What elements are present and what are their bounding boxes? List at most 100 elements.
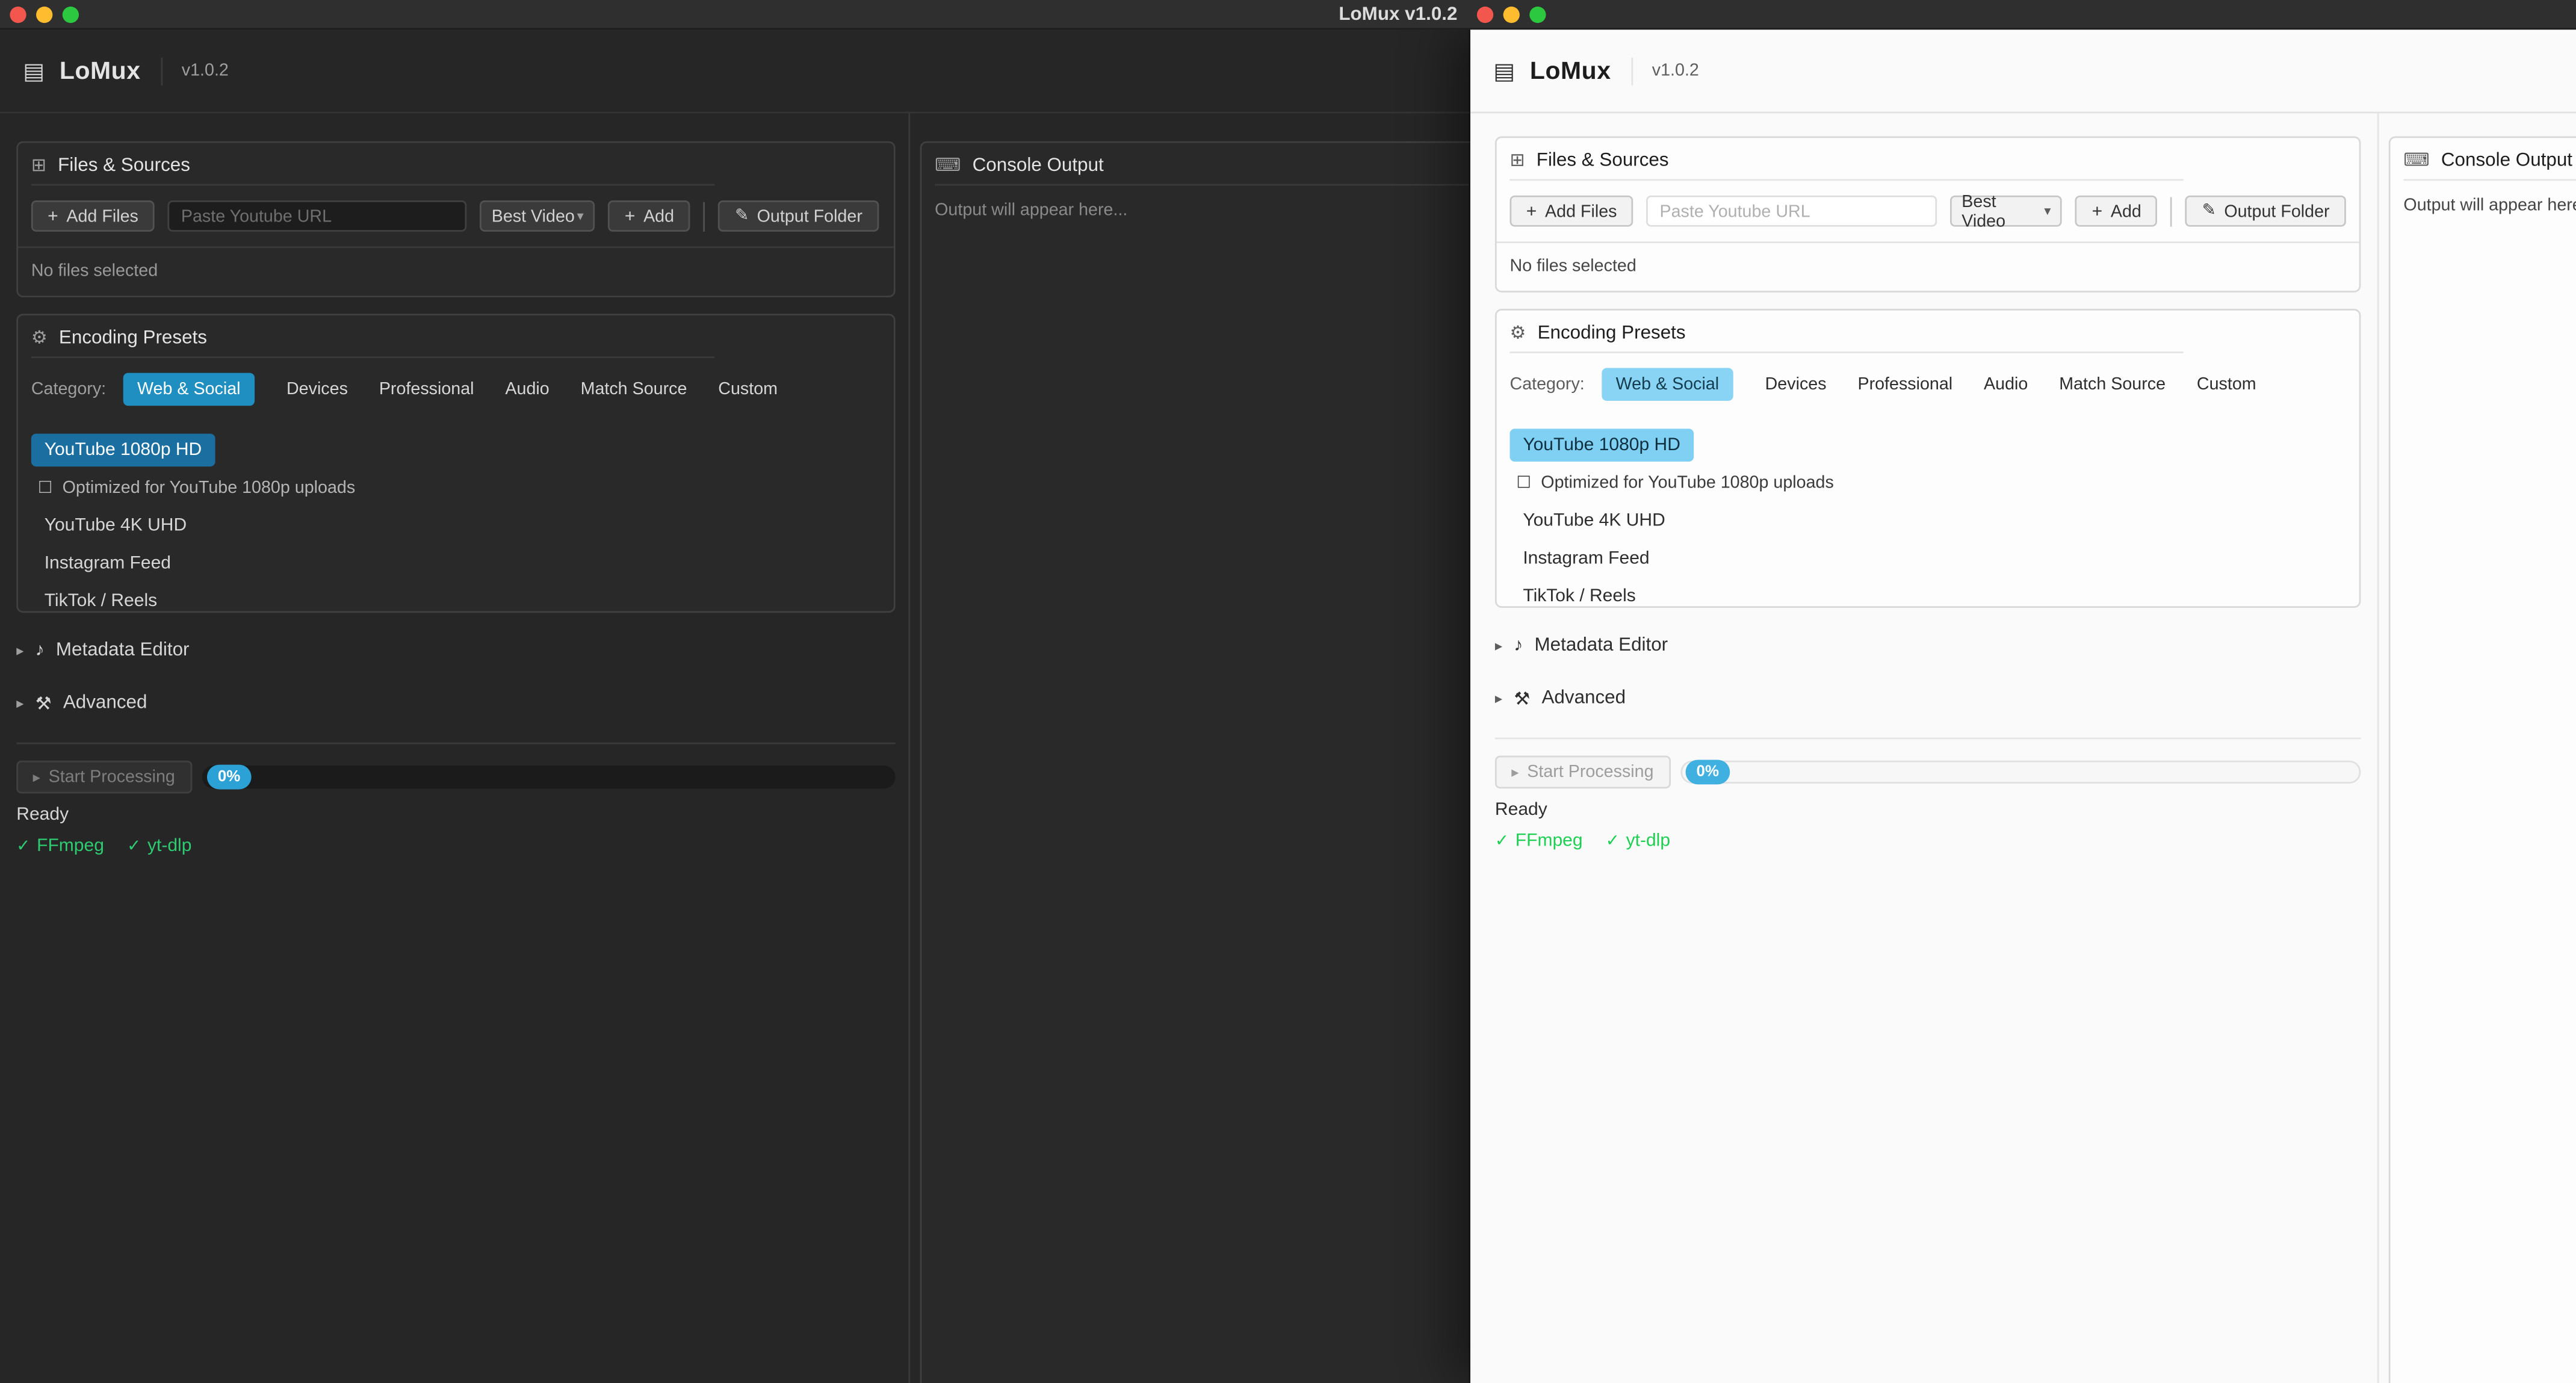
plus-icon: + xyxy=(48,206,58,226)
dependency-checks: ✓FFmpeg ✓yt-dlp xyxy=(16,836,895,856)
advanced-toggle[interactable]: ▸ ⚒ Advanced xyxy=(16,688,895,718)
metadata-editor-toggle[interactable]: ▸ ♪ Metadata Editor xyxy=(1495,631,2361,660)
presets-panel-header: ⚙ Encoding Presets xyxy=(18,315,894,356)
category-tab-web-social[interactable]: Web & Social xyxy=(122,373,255,406)
category-tab-audio[interactable]: Audio xyxy=(505,373,549,406)
start-processing-button[interactable]: ▸Start Processing xyxy=(1495,756,1670,789)
metadata-editor-label: Metadata Editor xyxy=(56,641,190,661)
ffmpeg-check: ✓FFmpeg xyxy=(1495,831,1583,851)
category-tab-devices[interactable]: Devices xyxy=(286,373,348,406)
controls-separator xyxy=(2171,196,2173,226)
close-button[interactable] xyxy=(10,7,26,23)
category-tab-devices[interactable]: Devices xyxy=(1765,368,1827,401)
processing-row: ▸Start Processing 0% xyxy=(16,761,895,794)
maximize-button[interactable] xyxy=(63,7,79,23)
category-tab-custom[interactable]: Custom xyxy=(2197,368,2256,401)
console-icon: ⌨ xyxy=(935,155,961,176)
chevron-down-icon: ▾ xyxy=(2044,203,2051,218)
minimize-button[interactable] xyxy=(36,7,52,23)
app-version: v1.0.2 xyxy=(1652,61,1699,81)
advanced-toggle[interactable]: ▸ ⚒ Advanced xyxy=(1495,684,2361,713)
preset-item[interactable]: TikTok / Reels xyxy=(45,592,881,611)
advanced-label: Advanced xyxy=(1541,688,1626,708)
processing-rule xyxy=(16,743,895,744)
pencil-icon: ✎ xyxy=(2202,202,2216,220)
add-files-button[interactable]: +Add Files xyxy=(31,200,155,232)
preset-item[interactable]: YouTube 4K UHD xyxy=(45,516,881,536)
start-processing-button[interactable]: ▸Start Processing xyxy=(16,761,191,794)
checkbox-icon[interactable]: ☐ xyxy=(1516,474,1531,492)
close-button[interactable] xyxy=(1477,7,1493,23)
preset-item[interactable]: TikTok / Reels xyxy=(1523,586,2346,606)
processing-rule xyxy=(1495,738,2361,740)
youtube-url-input[interactable] xyxy=(168,200,467,232)
play-icon: ▸ xyxy=(33,768,40,786)
ffmpeg-check: ✓FFmpeg xyxy=(16,836,104,856)
category-tab-match-source[interactable]: Match Source xyxy=(581,373,687,406)
preset-description: ☐Optimized for YouTube 1080p uploads xyxy=(38,478,881,498)
gear-icon: ⚙ xyxy=(31,327,48,348)
titlebar: LoMux v1.0.2 xyxy=(0,0,2576,29)
files-icon: ⊞ xyxy=(31,155,46,176)
progress-bar: 0% xyxy=(1680,761,2361,784)
panel-divider xyxy=(908,113,910,1383)
app-logo-icon: ▤ xyxy=(23,57,45,84)
presets-panel-title: Encoding Presets xyxy=(59,328,207,348)
console-panel-header: ⌨ Console Output xyxy=(2391,138,2576,179)
metadata-editor-toggle[interactable]: ▸ ♪ Metadata Editor xyxy=(16,636,895,665)
wrench-icon: ⚒ xyxy=(36,693,52,714)
check-icon: ✓ xyxy=(1495,832,1509,850)
status-text: Ready xyxy=(16,805,895,825)
progress-percentage: 0% xyxy=(1685,760,1730,784)
files-icon: ⊞ xyxy=(1510,149,1525,170)
files-sources-panel: ⊞ Files & Sources +Add Files Best Video▾… xyxy=(1495,137,2361,292)
category-row: Category: Web & Social Devices Professio… xyxy=(1497,353,2359,401)
category-tab-web-social[interactable]: Web & Social xyxy=(1601,368,1734,401)
preset-item-selected[interactable]: YouTube 1080p HD xyxy=(1510,429,1694,462)
chevron-down-icon: ▾ xyxy=(577,209,584,224)
preset-item[interactable]: Instagram Feed xyxy=(45,554,881,574)
preset-item-selected[interactable]: YouTube 1080p HD xyxy=(31,434,215,467)
collapse-arrow-icon: ▸ xyxy=(16,642,23,660)
preset-list: YouTube 1080p HD ☐Optimized for YouTube … xyxy=(18,406,894,611)
dependency-checks: ✓FFmpeg ✓yt-dlp xyxy=(1495,831,2361,851)
console-placeholder: Output will appear here... xyxy=(921,185,1470,235)
preset-item[interactable]: Instagram Feed xyxy=(1523,549,2346,569)
play-icon: ▸ xyxy=(1511,763,1519,781)
header-divider xyxy=(1630,57,1632,84)
category-tab-professional[interactable]: Professional xyxy=(1857,368,1952,401)
window-controls-right xyxy=(1477,7,1546,23)
add-url-button[interactable]: +Add xyxy=(2075,196,2158,227)
no-files-text: No files selected xyxy=(1497,243,2359,289)
music-note-icon: ♪ xyxy=(1514,636,1523,655)
quality-select[interactable]: Best Video▾ xyxy=(480,200,595,232)
preset-description: ☐Optimized for YouTube 1080p uploads xyxy=(1516,473,2345,493)
output-folder-button[interactable]: ✎Output Folder xyxy=(719,200,879,232)
output-folder-button[interactable]: ✎Output Folder xyxy=(2185,196,2345,227)
quality-select[interactable]: Best Video▾ xyxy=(1950,196,2062,227)
gear-icon: ⚙ xyxy=(1510,322,1526,343)
pencil-icon: ✎ xyxy=(735,207,749,225)
metadata-editor-label: Metadata Editor xyxy=(1535,636,1668,655)
category-tab-custom[interactable]: Custom xyxy=(718,373,778,406)
console-output-panel: ⌨ Console Output Output will appear here… xyxy=(2389,137,2576,1383)
preset-item[interactable]: YouTube 4K UHD xyxy=(1523,511,2346,531)
console-icon: ⌨ xyxy=(2403,149,2429,170)
category-tab-professional[interactable]: Professional xyxy=(379,373,474,406)
collapse-arrow-icon: ▸ xyxy=(1495,689,1502,707)
maximize-button[interactable] xyxy=(1529,7,1546,23)
category-tab-audio[interactable]: Audio xyxy=(1984,368,2028,401)
console-panel-title: Console Output xyxy=(973,155,1104,175)
checkbox-icon[interactable]: ☐ xyxy=(38,479,52,497)
add-files-button[interactable]: +Add Files xyxy=(1510,196,1633,227)
status-text: Ready xyxy=(1495,800,2361,820)
lomux-window-light: ▤ LoMux v1.0.2 ⊞ Files & Sources +Add Fi… xyxy=(1470,29,2576,1383)
presets-panel-header: ⚙ Encoding Presets xyxy=(1497,311,2359,351)
wrench-icon: ⚒ xyxy=(1514,687,1530,708)
check-icon: ✓ xyxy=(16,837,30,855)
category-tab-match-source[interactable]: Match Source xyxy=(2059,368,2166,401)
progress-percentage: 0% xyxy=(206,765,252,790)
minimize-button[interactable] xyxy=(1503,7,1520,23)
add-url-button[interactable]: +Add xyxy=(608,200,691,232)
youtube-url-input[interactable] xyxy=(1647,196,1937,227)
